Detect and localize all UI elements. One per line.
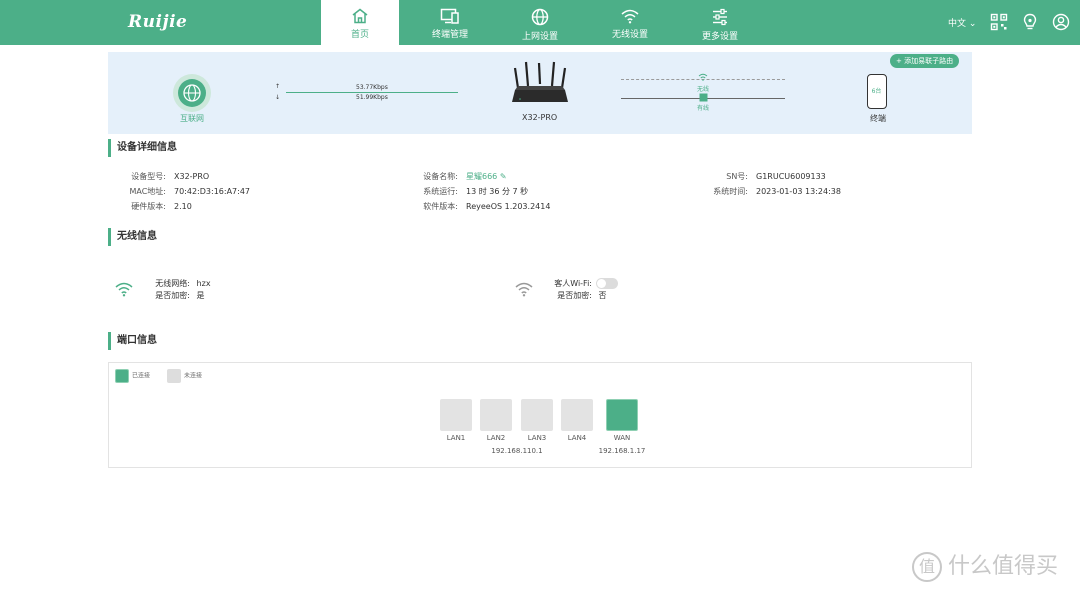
port-panel: 已连接 未连接 LAN1 LAN2 LAN3 LAN4 WAN 192.168.… — [108, 362, 972, 468]
router-name: X32-PRO — [522, 113, 558, 122]
wifi-icon — [621, 9, 639, 24]
watermark-logo-icon: 值 — [912, 552, 942, 582]
mac-row: MAC地址: 70:42:D3:16:A7:47 — [129, 187, 251, 196]
tab-internet-settings[interactable]: 上网设置 — [499, 0, 581, 45]
tab-wireless-label: 无线设置 — [611, 30, 648, 40]
upload-speed: 53.77Kbps — [356, 84, 388, 91]
ssid-value: hzx — [196, 279, 211, 288]
tab-internet-label: 上网设置 — [521, 32, 558, 42]
tab-wireless-settings[interactable]: 无线设置 — [589, 0, 671, 45]
port-lan3-icon[interactable] — [521, 399, 553, 431]
port-lan1-label: LAN1 — [446, 434, 466, 442]
tab-home[interactable]: 首页 — [321, 0, 399, 45]
wan-ip: 192.168.1.17 — [598, 447, 646, 455]
terminal-label: 终端 — [870, 114, 886, 123]
lightbulb-icon[interactable] — [1021, 13, 1039, 31]
system-time-row: 系统时间: 2023-01-03 13:24:38 — [713, 187, 841, 196]
wireless-label: 无线 — [697, 86, 710, 93]
tab-terminal-label: 终端管理 — [431, 30, 468, 40]
port-lan3-label: LAN3 — [527, 434, 547, 442]
tab-more-settings[interactable]: 更多设置 — [679, 0, 761, 45]
lan-ip: 192.168.110.1 — [491, 447, 543, 455]
main-wifi-info: 无线网络: hzx 是否加密: 是 — [155, 279, 211, 300]
software-version-row: 软件版本: ReyeeOS 1.203.2414 — [423, 202, 551, 211]
router-image[interactable] — [510, 60, 570, 110]
legend-disconnected: 未连接 — [167, 369, 202, 383]
download-arrow-icon: ↓ — [275, 94, 281, 101]
device-name-row: 设备名称: 星耀666 ✎ — [423, 172, 507, 181]
port-lan2-icon[interactable] — [480, 399, 512, 431]
port-lan4-icon[interactable] — [561, 399, 593, 431]
port-wan-label: WAN — [613, 434, 631, 442]
tab-terminal-management[interactable]: 终端管理 — [409, 0, 491, 45]
chevron-down-icon: ⌄ — [968, 19, 977, 29]
language-selector[interactable]: 中文 ⌄ — [948, 16, 976, 29]
tab-home-label: 首页 — [350, 30, 369, 40]
edit-icon[interactable]: ✎ — [500, 172, 507, 181]
connected-port-icon — [115, 369, 129, 383]
guest-wifi-info: 客人Wi-Fi: 是否加密: 否 — [546, 278, 618, 302]
uptime-row: 系统运行: 13 时 36 分 7 秒 — [423, 187, 529, 196]
topology-panel: + 添加易联子路由 互联网 ↑ ↓ 53.77Kbps 51.99Kbps X3… — [108, 52, 972, 134]
watermark: 值什么值得买 — [912, 548, 1058, 582]
internet-node[interactable] — [173, 74, 211, 112]
port-lan4-label: LAN4 — [567, 434, 587, 442]
brand-logo[interactable]: Ruijie — [128, 12, 187, 32]
port-wan-icon[interactable] — [606, 399, 638, 431]
sn-row: SN号: G1RUCU6009133 — [726, 172, 826, 181]
hardware-version-row: 硬件版本: 2.10 — [131, 202, 192, 211]
wifi-signal-icon — [115, 282, 133, 297]
wireless-link-icon — [698, 73, 708, 81]
language-label: 中文 — [948, 19, 967, 29]
top-nav-bar: Ruijie 首页 终端管理 上网设置 无线设置 更多设置 中文 ⌄ — [0, 0, 1080, 45]
terminal-phone-icon[interactable]: 6台 — [867, 74, 887, 109]
upload-arrow-icon: ↑ — [275, 83, 281, 90]
port-lan2-label: LAN2 — [486, 434, 506, 442]
guest-encrypt-value: 否 — [598, 291, 607, 300]
wireless-info-title: 无线信息 — [108, 228, 157, 246]
wired-label: 有线 — [697, 105, 710, 112]
download-speed: 51.99Kbps — [356, 94, 388, 101]
model-row: 设备型号: X32-PRO — [131, 172, 210, 181]
add-mesh-router-button[interactable]: + 添加易联子路由 — [890, 54, 960, 68]
encrypt-value: 是 — [196, 291, 205, 300]
qrcode-icon[interactable] — [990, 13, 1008, 31]
port-lan1-icon[interactable] — [440, 399, 472, 431]
home-icon — [352, 8, 368, 24]
tab-more-label: 更多设置 — [701, 32, 738, 42]
legend-connected: 已连接 — [115, 369, 150, 383]
devices-icon — [440, 8, 459, 24]
sliders-icon — [713, 8, 727, 26]
disconnected-port-icon — [167, 369, 181, 383]
uplink-line — [286, 92, 458, 93]
user-icon[interactable] — [1052, 13, 1070, 31]
device-info-title: 设备详细信息 — [108, 139, 177, 157]
wired-link-icon — [699, 93, 708, 102]
guest-wifi-icon — [515, 282, 533, 297]
internet-globe-icon — [183, 84, 201, 102]
port-info-title: 端口信息 — [108, 332, 157, 350]
internet-label: 互联网 — [180, 114, 204, 123]
watermark-text: 什么值得买 — [948, 554, 1059, 579]
globe-icon — [531, 8, 549, 26]
terminal-count: 6台 — [871, 88, 882, 95]
device-name-link[interactable]: 星耀666 — [466, 172, 497, 181]
guest-wifi-toggle[interactable] — [596, 278, 618, 289]
